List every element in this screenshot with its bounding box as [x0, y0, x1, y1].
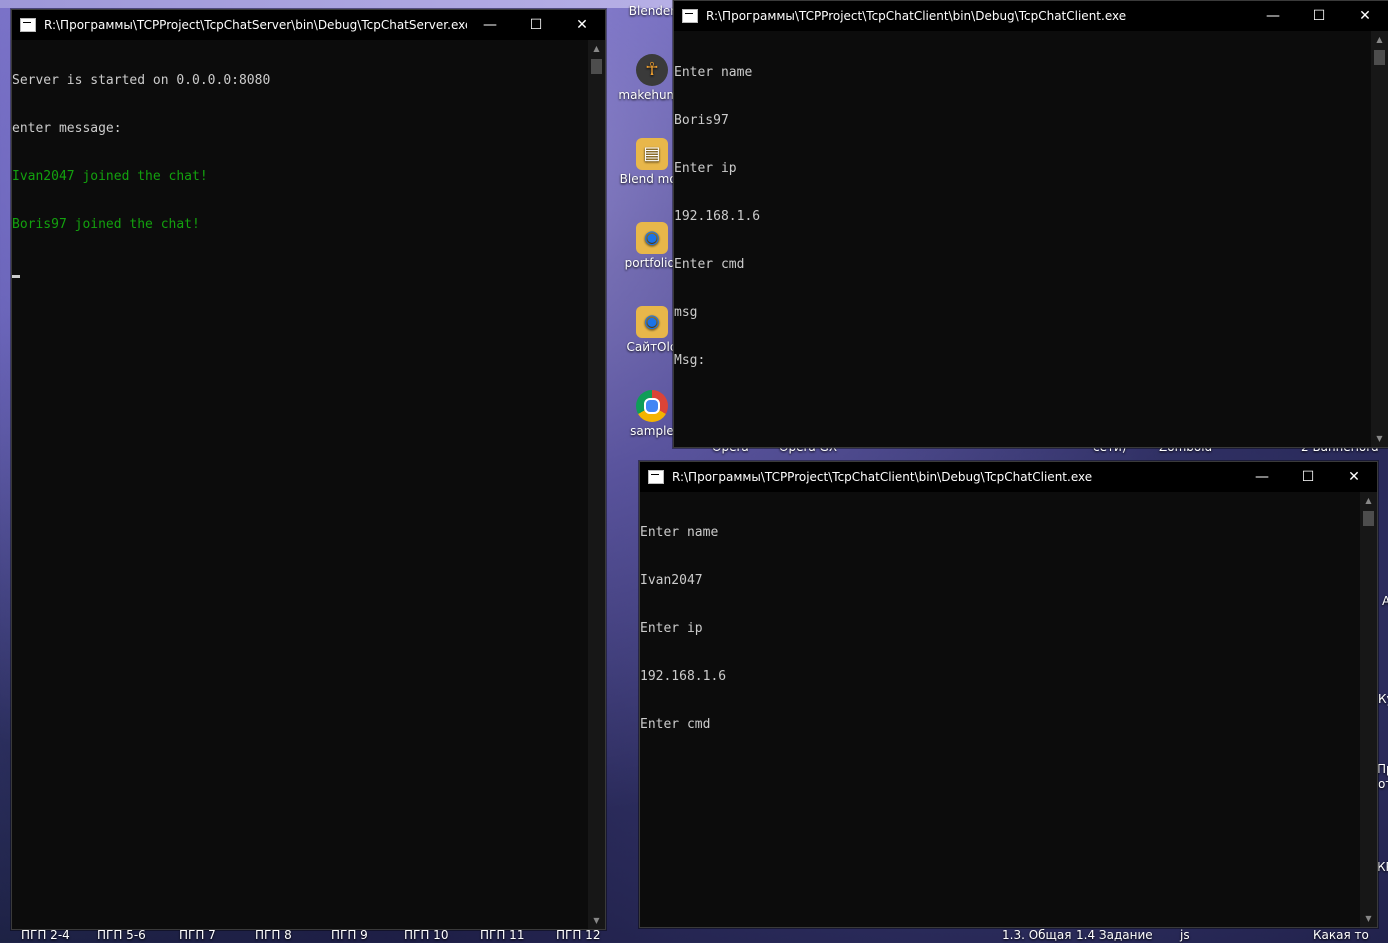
console-app-icon	[20, 18, 36, 32]
desktop-label-pgp[interactable]: ПГП 10	[404, 928, 448, 942]
desktop-label-edge[interactable]: от	[1378, 777, 1388, 791]
maximize-button[interactable]: ☐	[1296, 1, 1342, 31]
scroll-up-arrow-icon[interactable]: ▲	[1360, 492, 1377, 509]
desktop-label-pgp[interactable]: ПГП 2-4	[21, 928, 70, 942]
server-console-output[interactable]: Server is started on 0.0.0.0:8080 enter …	[12, 40, 588, 929]
close-button[interactable]: ✕	[559, 10, 605, 40]
server-titlebar[interactable]: R:\Программы\TCPProject\TcpChatServer\bi…	[12, 10, 605, 40]
desktop-label-pgp[interactable]: ПГП 5-6	[97, 928, 146, 942]
client-console-window-ivan[interactable]: R:\Программы\TCPProject\TcpChatClient\bi…	[639, 461, 1378, 928]
desktop-label-edge[interactable]: Ку	[1378, 692, 1388, 706]
client-console-output[interactable]: Enter name Ivan2047 Enter ip 192.168.1.6…	[640, 492, 1360, 927]
minimize-button[interactable]: —	[1239, 462, 1285, 492]
desktop-label-pgp[interactable]: ПГП 8	[255, 928, 292, 942]
console-line-join: Boris97 joined the chat!	[12, 217, 200, 232]
chrome-icon	[636, 390, 668, 422]
desktop-icon-label: СайтOld	[626, 340, 678, 354]
console-line: Enter cmd	[674, 257, 745, 272]
minimize-button[interactable]: —	[1250, 1, 1296, 31]
desktop-label-doc[interactable]: 1.3. Общая	[1002, 928, 1071, 942]
desktop-label-edge[interactable]: КР	[1377, 860, 1388, 874]
desktop-label-pgp[interactable]: ПГП 12	[556, 928, 600, 942]
desktop-label-edge[interactable]: Пр	[1377, 762, 1388, 776]
maximize-button[interactable]: ☐	[513, 10, 559, 40]
console-app-icon	[682, 9, 698, 23]
scroll-up-arrow-icon[interactable]: ▲	[588, 40, 605, 57]
console-line: msg	[674, 305, 698, 320]
console-line-join: Ivan2047 joined the chat!	[12, 169, 208, 184]
scrollbar-thumb[interactable]	[591, 59, 602, 74]
desktop-label-doc[interactable]: js	[1180, 928, 1190, 942]
scroll-up-arrow-icon[interactable]: ▲	[1371, 31, 1388, 48]
console-line: Msg:	[674, 353, 706, 368]
console-line: 192.168.1.6	[640, 669, 727, 684]
client-titlebar[interactable]: R:\Программы\TCPProject\TcpChatClient\bi…	[674, 1, 1388, 31]
desktop-icon-label: sample	[630, 424, 674, 438]
scrollbar-thumb[interactable]	[1374, 50, 1385, 65]
console-line: Enter ip	[674, 161, 737, 176]
desktop-label-doc[interactable]: Какая то	[1313, 928, 1369, 942]
console-line: Enter name	[674, 65, 753, 80]
client-console-window-boris[interactable]: R:\Программы\TCPProject\TcpChatClient\bi…	[673, 0, 1388, 448]
desktop-icon-label: portfolio-	[624, 256, 680, 270]
client-titlebar[interactable]: R:\Программы\TCPProject\TcpChatClient\bi…	[640, 462, 1377, 492]
scrollbar-thumb[interactable]	[1363, 511, 1374, 526]
makehuman-icon: ☥	[636, 54, 668, 86]
window-title: R:\Программы\TCPProject\TcpChatClient\bi…	[672, 470, 1093, 484]
server-console-window[interactable]: R:\Программы\TCPProject\TcpChatServer\bi…	[11, 9, 606, 930]
console-line: Enter ip	[640, 621, 703, 636]
close-button[interactable]: ✕	[1342, 1, 1388, 31]
console-line: 192.168.1.6	[674, 209, 761, 224]
desktop-label-doc[interactable]: 1.4 Задание	[1076, 928, 1153, 942]
window-title: R:\Программы\TCPProject\TcpChatServer\bi…	[44, 18, 467, 32]
console-line: Ivan2047	[640, 573, 703, 588]
console-line: Server is started on 0.0.0.0:8080	[12, 73, 271, 88]
console-line: enter message:	[12, 121, 122, 136]
chrome-folder-icon: ◉	[636, 222, 668, 254]
maximize-button[interactable]: ☐	[1285, 462, 1331, 492]
text-cursor	[12, 275, 20, 278]
minimize-button[interactable]: —	[467, 10, 513, 40]
vertical-scrollbar[interactable]: ▲ ▼	[1371, 31, 1388, 447]
window-title: R:\Программы\TCPProject\TcpChatClient\bi…	[706, 9, 1127, 23]
console-line: Boris97	[674, 113, 729, 128]
client-console-output[interactable]: Enter name Boris97 Enter ip 192.168.1.6 …	[674, 32, 1371, 447]
desktop-bottom-labels: ПГП 2-4 ПГП 5-6 ПГП 7 ПГП 8 ПГП 9 ПГП 10…	[0, 927, 1388, 943]
console-line: Enter cmd	[640, 717, 711, 732]
vertical-scrollbar[interactable]: ▲ ▼	[1360, 492, 1377, 927]
close-button[interactable]: ✕	[1331, 462, 1377, 492]
console-line: Enter name	[640, 525, 719, 540]
desktop-label-edge[interactable]: A	[1382, 594, 1388, 608]
scroll-down-arrow-icon[interactable]: ▼	[1371, 430, 1388, 447]
console-app-icon	[648, 470, 664, 484]
desktop-label-pgp[interactable]: ПГП 7	[179, 928, 216, 942]
scroll-down-arrow-icon[interactable]: ▼	[1360, 910, 1377, 927]
chrome-folder-icon: ◉	[636, 306, 668, 338]
vertical-scrollbar[interactable]: ▲ ▼	[588, 40, 605, 929]
desktop-label-pgp[interactable]: ПГП 11	[480, 928, 524, 942]
folder-icon: ▤	[636, 138, 668, 170]
desktop-label-pgp[interactable]: ПГП 9	[331, 928, 368, 942]
desktop-icon-label: Blender	[628, 4, 676, 18]
